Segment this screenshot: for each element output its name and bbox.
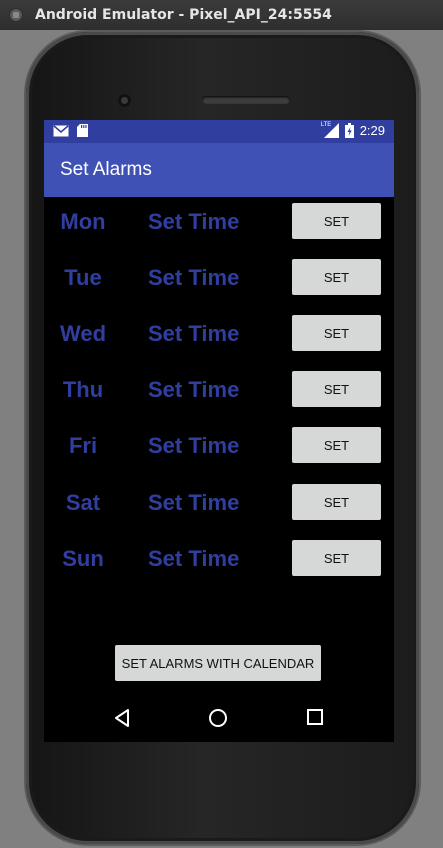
set-button-sat[interactable]: SET — [292, 484, 381, 520]
set-time-label[interactable]: Set Time — [148, 483, 239, 523]
set-time-label[interactable]: Set Time — [148, 202, 239, 242]
alarm-row-sat: Sat Set Time SET — [44, 483, 394, 523]
set-button-fri[interactable]: SET — [292, 427, 381, 463]
set-time-label[interactable]: Set Time — [148, 314, 239, 354]
app-title: Set Alarms — [60, 159, 152, 180]
window-close-icon[interactable] — [9, 8, 23, 22]
day-label: Sat — [65, 490, 101, 515]
alarm-row-thu: Thu Set Time SET — [44, 370, 394, 410]
day-label: Thu — [62, 377, 104, 402]
day-label: Mon — [60, 209, 106, 234]
set-button-mon[interactable]: SET — [292, 203, 381, 239]
status-time: 2:29 — [359, 123, 385, 138]
earpiece-speaker — [202, 96, 290, 104]
sd-card-icon — [77, 124, 88, 137]
home-icon[interactable] — [208, 708, 228, 728]
back-icon[interactable] — [113, 708, 131, 728]
alarm-row-mon: Mon Set Time SET — [44, 202, 394, 242]
day-label: Wed — [59, 321, 107, 346]
set-time-label[interactable]: Set Time — [148, 426, 239, 466]
set-button-tue[interactable]: SET — [292, 259, 381, 295]
signal-icon: LTE — [321, 122, 339, 138]
set-button-sun[interactable]: SET — [292, 540, 381, 576]
alarm-row-sun: Sun Set Time SET — [44, 539, 394, 579]
emulator-title-bar: Android Emulator - Pixel_API_24:5554 — [0, 0, 443, 30]
set-button-wed[interactable]: SET — [292, 315, 381, 351]
battery-charging-icon — [344, 123, 354, 138]
device-screen: LTE 2:29 Set Alarms Mon Set Time SET Tue… — [44, 120, 394, 742]
day-label: Tue — [64, 265, 102, 290]
alarm-row-fri: Fri Set Time SET — [44, 426, 394, 466]
navigation-bar — [44, 694, 394, 742]
set-time-label[interactable]: Set Time — [148, 539, 239, 579]
window-title: Android Emulator - Pixel_API_24:5554 — [35, 7, 332, 23]
set-button-thu[interactable]: SET — [292, 371, 381, 407]
alarm-row-tue: Tue Set Time SET — [44, 258, 394, 298]
day-label: Sun — [62, 546, 104, 571]
front-camera-icon — [118, 94, 131, 107]
set-alarms-with-calendar-button[interactable]: SET ALARMS WITH CALENDAR — [115, 645, 321, 681]
alarm-row-wed: Wed Set Time SET — [44, 314, 394, 354]
gmail-icon — [53, 124, 69, 136]
app-bar: Set Alarms — [44, 143, 394, 197]
set-time-label[interactable]: Set Time — [148, 370, 239, 410]
day-label: Fri — [68, 433, 98, 458]
set-time-label[interactable]: Set Time — [148, 258, 239, 298]
recents-icon[interactable] — [307, 709, 323, 725]
status-bar: LTE 2:29 — [44, 120, 394, 143]
